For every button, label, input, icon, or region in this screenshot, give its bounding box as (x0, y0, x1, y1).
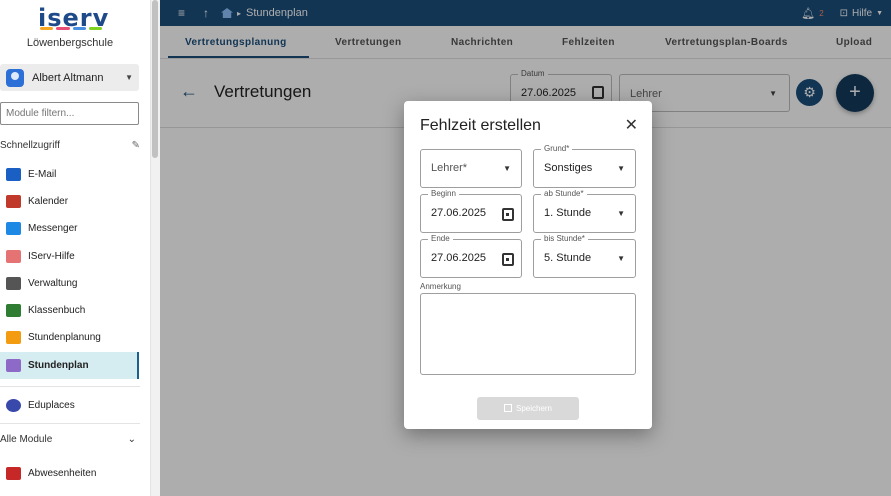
eduplaces-icon (6, 399, 21, 412)
messenger-icon (6, 222, 21, 235)
sidebar-item-stundenplan[interactable]: Stundenplan (0, 352, 139, 379)
sidebar-item-label: Kalender (28, 196, 69, 207)
end-date-field[interactable]: Ende 27.06.2025 (420, 234, 522, 278)
begin-label: Beginn (428, 189, 459, 198)
caret-down-icon: ▼ (617, 254, 625, 263)
edit-icon[interactable]: ✎ (132, 140, 140, 151)
calendar-icon[interactable] (502, 208, 514, 221)
planning-icon (6, 331, 21, 344)
user-menu[interactable]: Albert Altmann ▼ (0, 64, 139, 91)
mail-icon (6, 168, 21, 181)
absence-icon (6, 467, 21, 480)
sidebar-item-label: Eduplaces (28, 400, 75, 411)
school-name: Löwenbergschule (26, 37, 114, 49)
sidebar-item-eduplaces[interactable]: Eduplaces (0, 392, 139, 419)
reason-value: Sonstiges (544, 162, 593, 174)
from-lesson-select[interactable]: ab Stunde* 1. Stunde ▼ (533, 189, 636, 233)
sidebar-item-label: Messenger (28, 223, 78, 234)
help-icon (6, 250, 21, 263)
close-icon[interactable]: ✕ (625, 115, 638, 135)
note-label: Anmerkung (420, 282, 461, 291)
sidebar-item-label: Stundenplanung (28, 332, 101, 343)
fehlzeit-dialog: Fehlzeit erstellen ✕ Lehrer* ▼ Grund* So… (404, 101, 652, 429)
book-icon (6, 304, 21, 317)
sidebar-item-iserv-hilfe[interactable]: IServ-Hilfe (0, 243, 139, 270)
to-lesson-label: bis Stunde* (541, 234, 588, 243)
sidebar-item-e-mail[interactable]: E-Mail (0, 161, 139, 188)
from-lesson-value: 1. Stunde (544, 207, 592, 219)
reason-select[interactable]: Grund* Sonstiges ▼ (533, 144, 636, 188)
quick-access-label: Schnellzugriff (0, 140, 60, 151)
sidebar-item-messenger[interactable]: Messenger (0, 215, 139, 242)
caret-down-icon: ▼ (503, 164, 511, 173)
end-value: 27.06.2025 (431, 252, 487, 264)
module-filter-input[interactable] (0, 102, 139, 125)
reason-label: Grund* (541, 144, 573, 153)
sidebar-item-label: Stundenplan (28, 360, 89, 371)
from-lesson-label: ab Stunde* (541, 189, 587, 198)
user-name: Albert Altmann (32, 71, 104, 84)
all-modules-label: Alle Module (0, 434, 53, 445)
logo-dots (40, 27, 102, 31)
sidebar-item-kalender[interactable]: Kalender (0, 188, 139, 215)
calendar-icon[interactable] (502, 253, 514, 266)
to-lesson-select[interactable]: bis Stunde* 5. Stunde ▼ (533, 234, 636, 278)
begin-date-field[interactable]: Beginn 27.06.2025 (420, 189, 522, 233)
begin-value: 27.06.2025 (431, 207, 487, 219)
calendar-icon (6, 195, 21, 208)
to-lesson-value: 5. Stunde (544, 252, 592, 264)
chevron-down-icon: ▼ (125, 73, 133, 82)
sidebar: iserv Löwenbergschule Albert Altmann ▼ S… (0, 0, 150, 496)
caret-down-icon: ▼ (617, 164, 625, 173)
sidebar-item-label: Verwaltung (28, 278, 78, 289)
end-label: Ende (428, 234, 453, 243)
divider (0, 423, 140, 424)
all-modules-toggle[interactable]: Alle Module ⌄ (0, 434, 140, 445)
timetable-icon (6, 359, 21, 372)
sidebar-scrollbar-thumb[interactable] (152, 0, 158, 158)
save-label: Speichern (515, 404, 553, 413)
chevron-down-icon: ⌄ (127, 434, 136, 445)
sidebar-item-label: Abwesenheiten (28, 468, 97, 479)
quick-access-header: Schnellzugriff ✎ (0, 140, 140, 151)
sidebar-item-klassenbuch[interactable]: Klassenbuch (0, 297, 139, 324)
dialog-title: Fehlzeit erstellen (420, 117, 541, 134)
teacher-placeholder: Lehrer* (431, 162, 468, 174)
sidebar-item-abwesenheiten[interactable]: Abwesenheiten (0, 460, 139, 487)
save-button[interactable]: Speichern (477, 397, 579, 420)
sidebar-item-label: Klassenbuch (28, 305, 86, 316)
save-icon (503, 404, 512, 412)
divider (0, 386, 140, 387)
note-textarea[interactable] (420, 293, 636, 375)
sidebar-item-verwaltung[interactable]: Verwaltung (0, 270, 139, 297)
sidebar-item-stundenplanung[interactable]: Stundenplanung (0, 324, 139, 351)
sidebar-item-label: E-Mail (28, 169, 57, 180)
gear-icon (6, 277, 21, 290)
user-avatar-icon (6, 68, 24, 87)
caret-down-icon: ▼ (617, 209, 625, 218)
teacher-select[interactable]: Lehrer* ▼ (420, 149, 522, 188)
sidebar-item-label: IServ-Hilfe (28, 251, 75, 262)
